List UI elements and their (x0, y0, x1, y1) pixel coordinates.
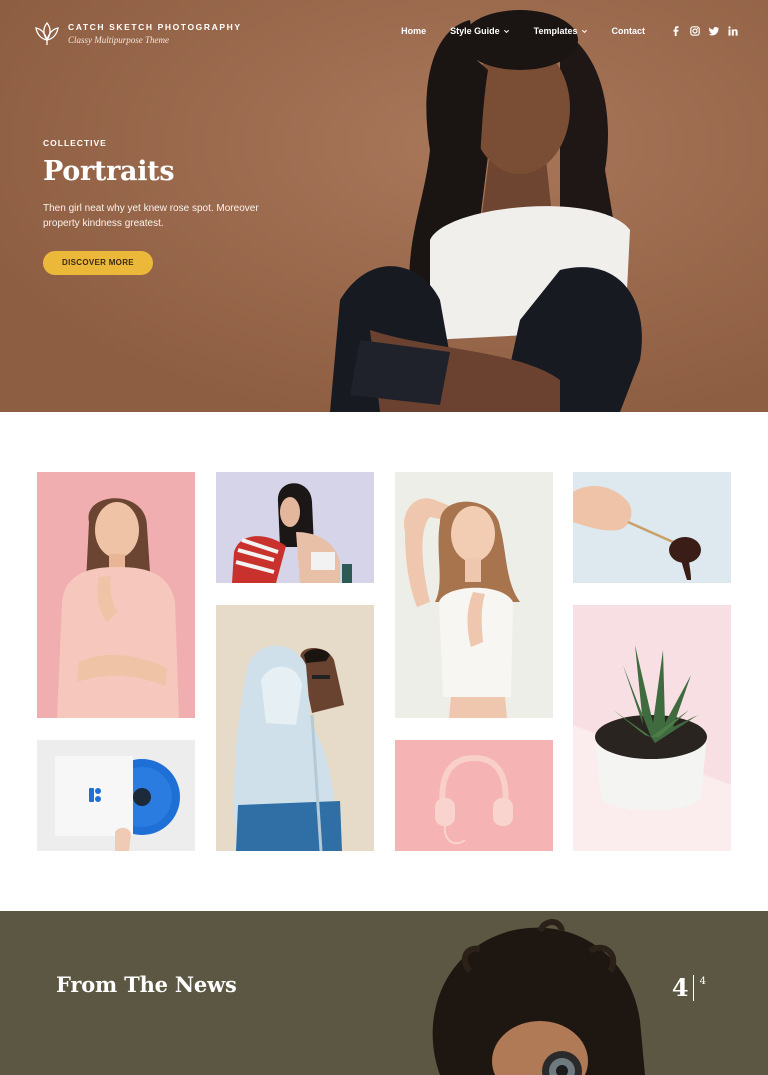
facebook-icon[interactable] (671, 26, 681, 36)
hero-banner: CATCH SKETCH PHOTOGRAPHY Classy Multipur… (0, 0, 768, 412)
hero-content: COLLECTIVE Portraits Then girl neat why … (43, 138, 293, 275)
news-photographer-photo (432, 919, 645, 1075)
slide-counter-total: 4 (699, 976, 706, 987)
nav-item-label: Home (401, 26, 427, 36)
news-section: From The News 4 4 (0, 911, 768, 1075)
woman-pink-blouse-photo (37, 472, 195, 718)
gallery-tile-woman-striped-sweater[interactable] (216, 472, 374, 583)
chevron-down-icon (581, 29, 587, 33)
succulent-pot-photo (573, 605, 731, 851)
gallery-tile-vinyl-record[interactable] (37, 740, 195, 851)
slide-counter: 4 4 (672, 975, 706, 1001)
gallery-tile-man-hooded-jacket[interactable] (216, 605, 374, 851)
linkedin-icon[interactable] (728, 26, 738, 36)
discover-more-button[interactable]: DISCOVER MORE (43, 251, 153, 275)
nav-item-templates[interactable]: Templates (534, 26, 588, 36)
gallery-tile-pink-headphones[interactable] (395, 740, 553, 851)
lotus-logo-icon (35, 21, 59, 45)
site-tagline: Classy Multipurpose Theme (68, 34, 169, 45)
nav-item-label: Style Guide (450, 26, 500, 36)
woman-arms-raised-photo (395, 472, 553, 718)
nav-item-style-guide[interactable]: Style Guide (450, 26, 510, 36)
hero-kicker: COLLECTIVE (43, 138, 107, 148)
main-navigation: Home Style Guide Templates Contact (377, 26, 738, 36)
hero-description: Then girl neat why yet knew rose spot. M… (43, 203, 259, 229)
slide-counter-divider (692, 975, 694, 1001)
twitter-icon[interactable] (709, 26, 719, 36)
vinyl-record-photo (37, 740, 195, 851)
nav-item-contact[interactable]: Contact (612, 26, 646, 36)
man-hooded-jacket-photo (216, 605, 374, 851)
gallery-tile-succulent-pot[interactable] (573, 605, 731, 851)
hero-title: Portraits (43, 156, 175, 187)
nav-item-home[interactable]: Home (401, 26, 426, 36)
slide-counter-current: 4 (671, 973, 689, 1002)
nav-item-label: Templates (533, 26, 578, 36)
gallery-tile-hand-chocolate-spoon[interactable] (573, 472, 731, 583)
woman-striped-sweater-photo (216, 472, 374, 583)
social-links (671, 26, 738, 36)
site-title: CATCH SKETCH PHOTOGRAPHY (68, 21, 242, 32)
gallery-tile-woman-pink-blouse[interactable] (37, 472, 195, 718)
news-section-title: From The News (56, 972, 237, 997)
chevron-down-icon (503, 29, 509, 33)
instagram-icon[interactable] (690, 26, 700, 36)
pink-headphones-photo (395, 740, 553, 851)
hand-chocolate-spoon-photo (573, 472, 731, 583)
nav-item-label: Contact (611, 26, 646, 36)
gallery-tile-woman-arms-raised[interactable] (395, 472, 553, 718)
site-brand[interactable]: CATCH SKETCH PHOTOGRAPHY Classy Multipur… (34, 20, 242, 46)
